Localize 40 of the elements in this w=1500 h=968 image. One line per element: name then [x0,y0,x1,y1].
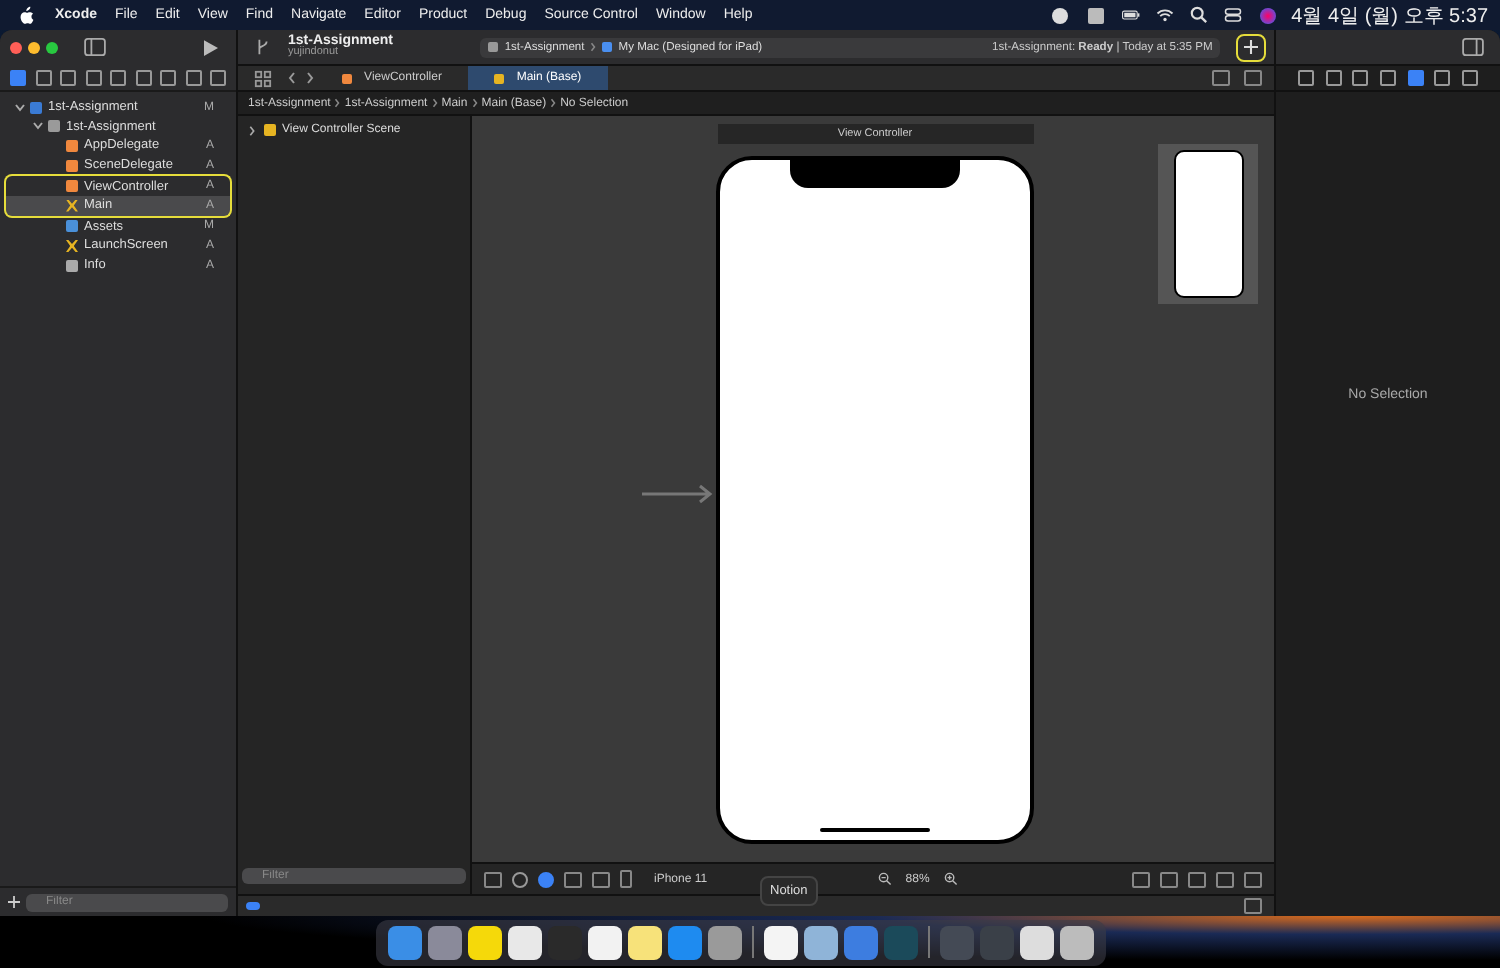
control-center-icon[interactable] [1223,6,1242,24]
zoom-out-icon[interactable] [877,872,892,886]
app-icon[interactable] [587,925,621,959]
close-button[interactable] [10,41,22,53]
chevron-icon [471,98,478,108]
app-icon[interactable] [803,925,837,959]
disclosure-icon[interactable] [248,125,256,135]
search-icon[interactable] [1189,6,1208,24]
app-icon[interactable] [1019,925,1053,959]
grid-icon[interactable] [254,69,272,87]
app-icon[interactable] [763,925,797,959]
minimize-button[interactable] [28,41,40,53]
branch-icon [254,38,272,56]
chevron-icon [334,98,341,108]
wifi-icon[interactable] [1155,6,1174,24]
battery-icon[interactable] [1121,6,1140,24]
siri-icon[interactable] [1259,7,1276,23]
back-icon[interactable] [288,72,296,84]
debug-area-toggle-icon[interactable] [246,902,260,910]
app-icon[interactable] [507,925,541,959]
menu-clock: 4월 4일 (월) 오후 5:37 [1291,3,1488,29]
sidebar-icon[interactable] [84,38,106,56]
forward-icon[interactable] [306,72,314,84]
plus-icon [1244,40,1259,54]
app-icon[interactable] [627,925,661,959]
add-icon[interactable] [8,896,20,908]
phone-icon[interactable] [620,870,632,888]
app-icon[interactable] [1059,925,1093,959]
entry-point-arrow [642,484,716,504]
inspector-toggle-icon[interactable] [1462,38,1484,56]
app-icon[interactable] [467,925,501,959]
zoom-in-icon[interactable] [943,872,958,886]
chevron-icon [431,98,438,108]
run-button[interactable] [204,39,218,55]
apple-logo-icon[interactable] [18,5,34,25]
scene-icon [264,124,276,136]
chevron-icon [590,42,597,52]
library-add-button[interactable] [1236,33,1266,61]
chevron-icon [550,98,557,108]
zoom-button[interactable] [46,41,58,53]
